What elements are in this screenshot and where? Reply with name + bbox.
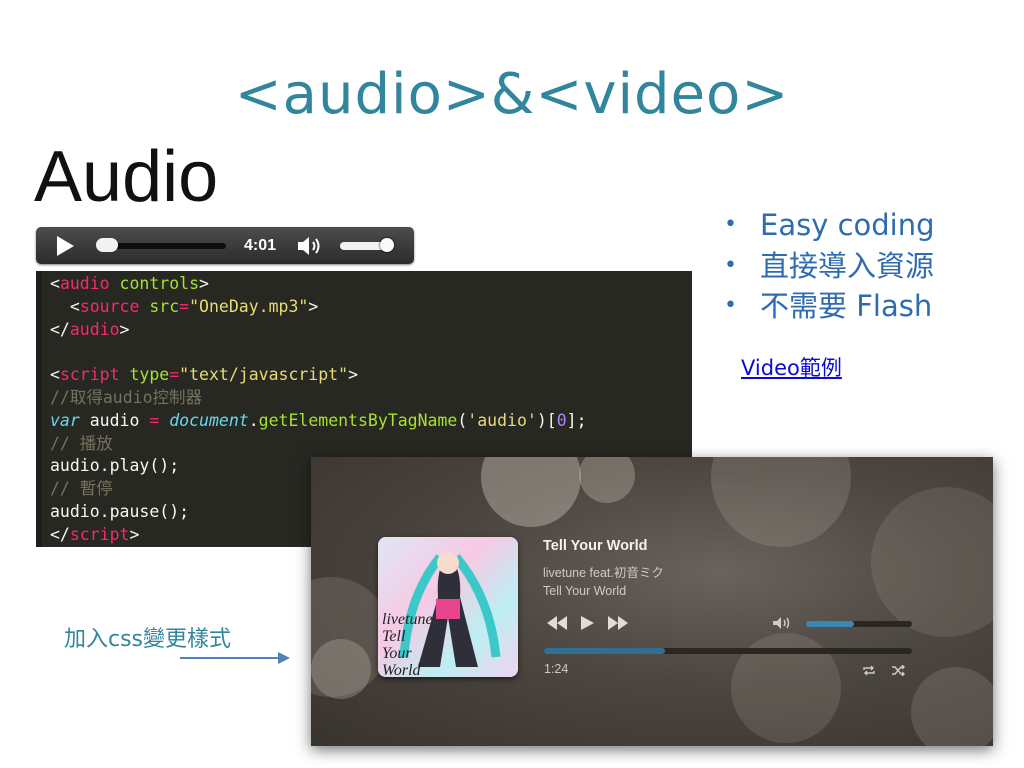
bokeh-light xyxy=(579,457,635,503)
bokeh-light xyxy=(481,457,581,527)
elapsed-time: 1:24 xyxy=(544,662,569,676)
code-line: </audio> xyxy=(50,319,130,339)
bokeh-light xyxy=(711,457,851,547)
volume-slider[interactable] xyxy=(806,621,912,627)
styled-player-screenshot: livetune Tell Your World Tell Your World li… xyxy=(311,457,993,746)
shuffle-icon[interactable] xyxy=(891,665,906,676)
section-heading: Audio xyxy=(34,137,219,217)
progress-bar[interactable] xyxy=(544,648,912,654)
bokeh-light xyxy=(911,667,993,746)
album-art: livetune Tell Your World xyxy=(378,537,518,677)
album-art-text: livetune Tell Your World xyxy=(382,611,433,677)
code-line: <script type="text/javascript"> xyxy=(50,365,358,385)
slide-title: <audio>&<video> xyxy=(234,62,790,127)
code-line: <source src="OneDay.mp3"> xyxy=(50,296,319,316)
play-icon[interactable] xyxy=(581,616,594,630)
previous-icon[interactable] xyxy=(547,616,567,630)
native-audio-player[interactable]: 4:01 xyxy=(36,227,414,264)
volume-thumb[interactable] xyxy=(379,238,394,252)
bullet-dot: • xyxy=(724,252,737,278)
volume-slider-fill xyxy=(806,621,854,627)
bullet-list: • Easy coding • 直接導入資源 • 不需要 Flash xyxy=(724,205,935,327)
track-artist: livetune feat.初音ミク xyxy=(543,566,664,580)
bullet-dot: • xyxy=(724,212,737,237)
code-line: <audio controls> xyxy=(50,274,209,293)
next-icon[interactable] xyxy=(608,616,628,630)
bullet-dot: • xyxy=(724,293,737,318)
seek-thumb[interactable] xyxy=(96,238,118,252)
audio-time: 4:01 xyxy=(244,237,277,254)
bullet-item: • Easy coding xyxy=(724,205,935,246)
bokeh-light xyxy=(311,639,371,699)
code-comment: //取得audio控制器 xyxy=(50,387,203,407)
arrow-icon xyxy=(180,652,290,664)
bullet-item: • 不需要 Flash xyxy=(724,286,935,327)
volume-icon[interactable] xyxy=(296,235,326,257)
track-title: Tell Your World xyxy=(543,538,648,554)
video-example-link[interactable]: Video範例 xyxy=(741,352,842,382)
code-line: var audio = document.getElementsByTagNam… xyxy=(50,410,587,430)
bokeh-light xyxy=(871,487,993,637)
volume-icon[interactable] xyxy=(773,617,793,629)
track-album: Tell Your World xyxy=(543,584,627,598)
play-icon[interactable] xyxy=(54,235,76,257)
bullet-item: • 直接導入資源 xyxy=(724,246,935,287)
code-comment: // 播放 xyxy=(50,433,113,453)
repeat-icon[interactable] xyxy=(862,665,876,676)
code-gutter xyxy=(36,271,42,547)
progress-bar-fill xyxy=(544,648,666,654)
